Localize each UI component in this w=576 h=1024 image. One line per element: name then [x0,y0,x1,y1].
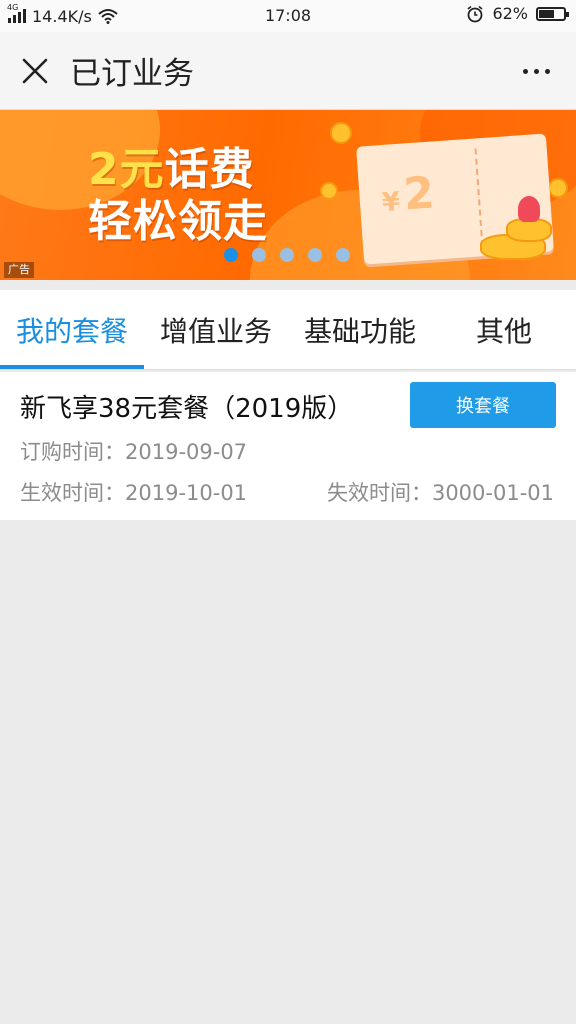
wifi-icon [98,9,118,24]
close-button[interactable] [4,32,66,110]
tab-other[interactable]: 其他 [432,290,576,369]
effective-time: 生效时间：2019-10-01 [20,477,247,507]
tab-bar: 我的套餐 增值业务 基础功能 其他 [0,290,576,370]
carousel-dot[interactable] [224,248,238,262]
network-speed: 14.4K/s [32,6,92,26]
battery-icon [536,6,569,21]
ad-label: 广告 [4,262,34,278]
tab-value-added[interactable]: 增值业务 [144,290,288,369]
order-time-label: 订购时间： [20,440,125,464]
page-title: 已订业务 [70,56,194,92]
tab-basic-functions[interactable]: 基础功能 [288,290,432,369]
banner-headline: 2元话费 轻松领走 [88,144,268,247]
expire-time-value: 3000-01-01 [431,481,554,505]
figure-icon [518,196,540,222]
expire-time: 失效时间：3000-01-01 [327,477,554,507]
more-dot-icon [544,68,550,74]
order-time-value: 2019-09-07 [125,440,248,464]
more-dot-icon [522,68,528,74]
title-bar: 已订业务 [0,32,576,110]
signal-icon: 4G [7,3,26,23]
effective-time-label: 生效时间： [20,481,125,505]
close-icon [22,58,48,83]
effective-time-value: 2019-10-01 [125,481,248,505]
tab-my-plan[interactable]: 我的套餐 [0,290,144,369]
expire-time-label: 失效时间： [326,481,432,505]
carousel-dot[interactable] [308,248,322,262]
status-bar: 4G 14.4K/s 17:08 62% [0,0,576,32]
carousel-dot[interactable] [252,248,266,262]
more-dot-icon [533,68,539,74]
promo-banner[interactable]: 2元话费 轻松领走 ¥2 广告 [0,110,576,280]
carousel-dot[interactable] [336,248,350,262]
order-time: 订购时间：2019-09-07 [20,436,247,466]
battery-percent: 62% [492,4,528,23]
plan-name: 新飞享38元套餐（2019版） [20,394,354,424]
switch-plan-button[interactable]: 换套餐 [410,382,556,428]
more-options-button[interactable] [516,58,556,84]
alarm-icon [467,5,483,22]
carousel-dot[interactable] [280,248,294,262]
carousel-indicator [224,248,350,262]
plan-card: 新飞享38元套餐（2019版） 换套餐 订购时间：2019-09-07 生效时间… [0,372,576,520]
